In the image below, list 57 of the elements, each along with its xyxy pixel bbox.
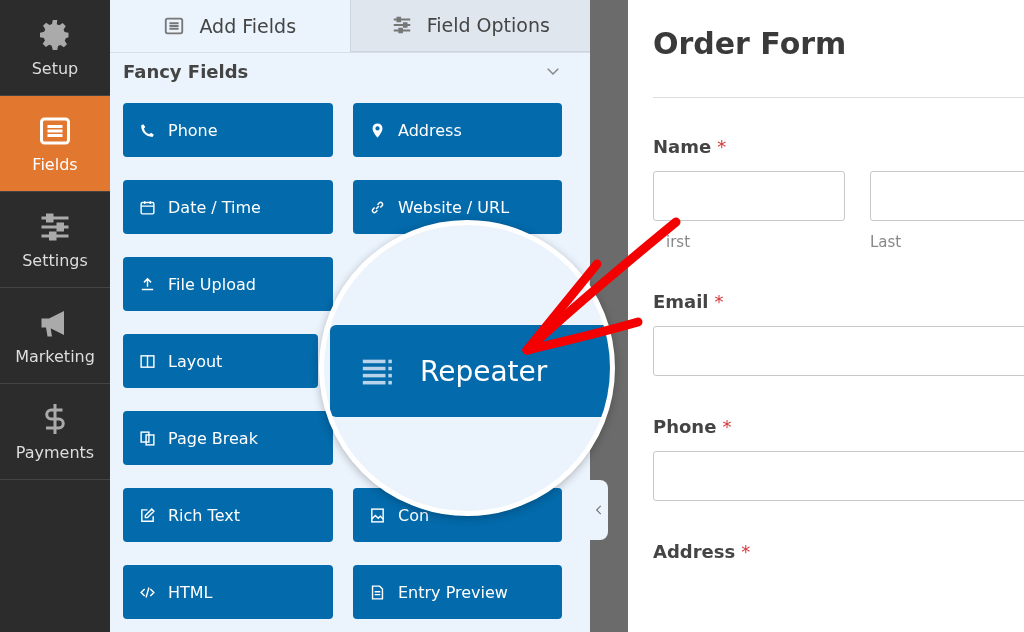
- image-icon: [369, 506, 386, 524]
- field-label: Date / Time: [168, 197, 261, 217]
- tab-label: Field Options: [426, 14, 550, 37]
- field-button[interactable]: Website / URL: [353, 180, 562, 234]
- calendar-icon: [139, 198, 156, 216]
- form-title: Order Form: [653, 25, 848, 63]
- field-label: Entry Preview: [398, 582, 508, 602]
- field-label: Website / URL: [398, 197, 510, 217]
- required-mark: *: [714, 291, 724, 312]
- nav-label: Fields: [32, 155, 78, 174]
- field-label: Phone *: [653, 416, 733, 437]
- sublabel: irst: [665, 233, 692, 251]
- field-label: Repeater: [420, 354, 548, 388]
- upload-icon: [139, 275, 156, 293]
- nav-label: Settings: [22, 251, 88, 270]
- required-mark: *: [741, 541, 751, 562]
- field-label: Address *: [653, 541, 752, 562]
- document-icon: [369, 583, 386, 601]
- field-button[interactable]: Date / Time: [123, 180, 333, 234]
- input-field[interactable]: [653, 451, 1024, 501]
- phone-icon: [139, 121, 156, 139]
- field-label: Rich Text: [168, 505, 240, 525]
- nav-label: Marketing: [15, 347, 95, 366]
- pages-icon: [139, 429, 156, 447]
- field-button[interactable]: Rich Text: [123, 488, 333, 542]
- required-mark: *: [717, 136, 727, 157]
- collapse-tab[interactable]: [590, 480, 608, 540]
- field-label: Con: [398, 505, 430, 525]
- sublabel: Last: [870, 233, 903, 251]
- required-mark: *: [722, 416, 732, 437]
- nav-item[interactable]: Fields: [0, 96, 110, 192]
- field-button[interactable]: Layout: [123, 334, 318, 388]
- field-label: Page Break: [168, 428, 258, 448]
- input-field[interactable]: [653, 171, 845, 221]
- columns-icon: [139, 352, 156, 370]
- field-label: Name *: [653, 136, 728, 157]
- edit-icon: [139, 506, 156, 524]
- field-label: Phone: [168, 120, 218, 140]
- field-button[interactable]: Phone: [123, 103, 333, 157]
- field-label: File Upload: [168, 274, 256, 294]
- input-field[interactable]: [653, 326, 1024, 376]
- field-label: Email *: [653, 291, 725, 312]
- field-button[interactable]: Page Break: [123, 411, 333, 465]
- panel-tab[interactable]: Field Options: [349, 0, 590, 52]
- field-button[interactable]: HTML: [123, 565, 333, 619]
- field-button[interactable]: Entry Preview: [353, 565, 562, 619]
- nav-label: Payments: [15, 443, 95, 462]
- field-label: HTML: [168, 582, 213, 602]
- section-title: Fancy Fields: [123, 60, 249, 82]
- field-button[interactable]: Address: [353, 103, 562, 157]
- nav-label: Setup: [31, 59, 79, 78]
- field-label: Layout: [168, 351, 223, 371]
- field-label: Address: [398, 120, 462, 140]
- field-button[interactable]: File Upload: [123, 257, 333, 311]
- input-field[interactable]: [870, 171, 1024, 221]
- repeater-button[interactable]: Repeater: [330, 325, 610, 417]
- tab-label: Add Fields: [199, 14, 297, 37]
